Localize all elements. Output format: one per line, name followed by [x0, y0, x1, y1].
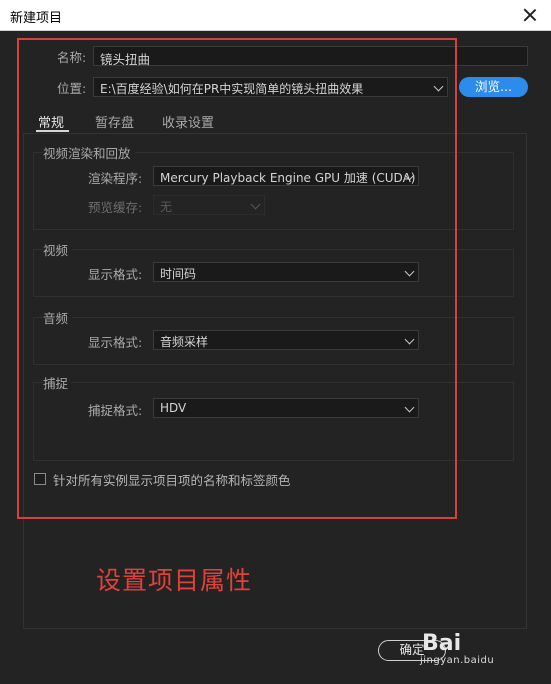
video-display-format-select[interactable]: 时间码: [153, 262, 419, 282]
render-group-title: 视频渲染和回放: [43, 143, 135, 162]
new-project-dialog: 名称: 镜头扭曲 位置: E:\百度经验\如何在PR中实现简单的镜头扭曲效果 浏…: [0, 31, 551, 684]
location-label: 位置:: [57, 81, 87, 96]
baidu-watermark: Bai jingyan.baidu: [418, 631, 524, 671]
tab-general[interactable]: 常规: [38, 112, 64, 131]
watermark-logo-text: Bai: [422, 631, 462, 656]
audio-display-format-label: 显示格式:: [88, 335, 143, 350]
capture-format-select[interactable]: HDV: [153, 398, 419, 418]
renderer-label: 渲染程序:: [88, 171, 143, 186]
location-value: E:\百度经验\如何在PR中实现简单的镜头扭曲效果: [100, 82, 364, 96]
render-group: [33, 152, 514, 230]
annotation-text: 设置项目属性: [96, 566, 253, 595]
window-title: 新建项目: [10, 11, 63, 26]
capture-group-title: 捕捉: [43, 373, 73, 392]
chevron-down-icon: [433, 81, 444, 92]
capture-format-value: HDV: [160, 401, 187, 415]
active-tab-indicator: [36, 130, 69, 132]
chevron-down-icon: [404, 334, 415, 345]
preview-cache-value: 无: [160, 200, 173, 214]
video-display-format-value: 时间码: [160, 267, 197, 281]
project-name-field[interactable]: 镜头扭曲: [93, 46, 528, 67]
show-labels-checkbox[interactable]: [34, 473, 46, 485]
audio-display-format-value: 音频采样: [160, 335, 209, 349]
video-group-title: 视频: [43, 240, 73, 259]
tab-ingest-settings[interactable]: 收录设置: [162, 112, 214, 131]
location-select[interactable]: E:\百度经验\如何在PR中实现简单的镜头扭曲效果: [93, 77, 448, 97]
show-labels-checkbox-label: 针对所有实例显示项目项的名称和标签颜色: [53, 473, 291, 488]
video-display-format-label: 显示格式:: [88, 267, 143, 282]
title-bar: 新建项目: [0, 0, 551, 31]
browse-button[interactable]: 浏览...: [459, 77, 528, 97]
watermark-url: jingyan.baidu: [420, 655, 495, 666]
preview-cache-select: 无: [153, 195, 265, 215]
chevron-down-icon: [250, 199, 261, 210]
renderer-select[interactable]: Mercury Playback Engine GPU 加速 (CUDA): [153, 166, 419, 186]
audio-display-format-select[interactable]: 音频采样: [153, 330, 419, 350]
tab-scratch-disks[interactable]: 暂存盘: [95, 112, 134, 131]
audio-group-title: 音频: [43, 308, 73, 327]
chevron-down-icon: [404, 402, 415, 413]
capture-format-label: 捕捉格式:: [88, 403, 143, 418]
close-icon[interactable]: [519, 4, 541, 26]
renderer-value: Mercury Playback Engine GPU 加速 (CUDA): [160, 171, 416, 185]
capture-group: [33, 382, 514, 461]
name-label: 名称:: [57, 50, 87, 65]
preview-cache-label: 预览缓存:: [88, 200, 143, 215]
chevron-down-icon: [404, 266, 415, 277]
